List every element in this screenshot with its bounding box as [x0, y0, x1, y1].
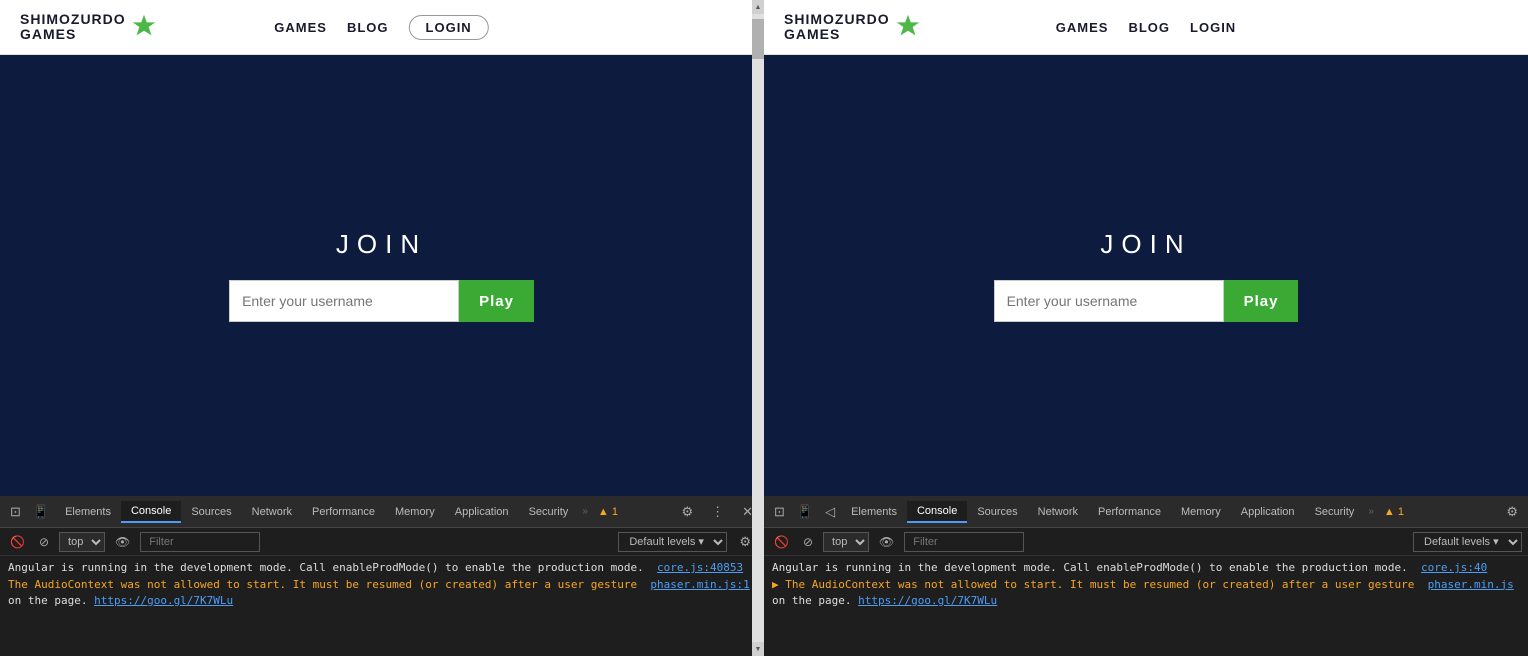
left-devtools-gear-area: ⚙ ⋮ ✕ [675, 500, 759, 524]
right-tab-security[interactable]: Security [1305, 502, 1365, 522]
left-username-input[interactable] [229, 280, 459, 322]
right-warning-badge: ▲ 1 [1378, 506, 1410, 518]
right-filter-icon[interactable]: ⊘ [799, 533, 817, 551]
left-devtools-device-icon[interactable]: 📱 [27, 500, 55, 524]
left-logo: SHIMOZURDO GAMES [20, 12, 158, 43]
left-devtools-more-icon[interactable]: ⋮ [705, 500, 730, 524]
center-scrollbar[interactable]: ▲ ▼ [752, 0, 764, 656]
right-console-link-1[interactable]: core.js:40 [1421, 561, 1487, 574]
right-devtools-tabbar: ⊡ 📱 ◁ Elements Console Sources Network P… [764, 496, 1528, 528]
left-eye-icon[interactable]: 👁 [111, 533, 134, 551]
right-logo: SHIMOZURDO GAMES [784, 12, 922, 43]
left-nav-blog[interactable]: BLOG [347, 20, 389, 35]
left-join-form: Play [229, 280, 534, 322]
left-tab-network[interactable]: Network [242, 502, 302, 522]
right-console-output: Angular is running in the development mo… [764, 556, 1528, 656]
left-levels-select[interactable]: Default levels ▾ [618, 532, 727, 552]
right-tab-overflow[interactable]: » [1364, 506, 1378, 517]
left-console-link-1[interactable]: core.js:40853 [657, 561, 743, 574]
left-navbar: SHIMOZURDO GAMES GAMES BLOG LOGIN [0, 0, 763, 55]
right-tab-sources[interactable]: Sources [967, 502, 1027, 522]
right-filter-input[interactable] [904, 532, 1024, 552]
left-tab-elements[interactable]: Elements [55, 502, 121, 522]
left-context-select[interactable]: top [59, 532, 105, 552]
right-devtools-back-icon[interactable]: ◁ [819, 500, 841, 524]
left-devtools-toolbar: 🚫 ⊘ top 👁 Default levels ▾ ⚙ [0, 528, 763, 556]
left-console-link-3[interactable]: https://goo.gl/7K7WLu [94, 594, 233, 607]
right-clear-icon[interactable]: 🚫 [770, 533, 793, 551]
right-eye-icon[interactable]: 👁 [875, 533, 898, 551]
left-panel: SHIMOZURDO GAMES GAMES BLOG LOGIN JOIN P… [0, 0, 764, 656]
left-tab-console[interactable]: Console [121, 501, 181, 523]
left-console-link-2[interactable]: phaser.min.js:1 [650, 578, 749, 591]
left-nav-games[interactable]: GAMES [274, 20, 327, 35]
right-console-line-1: Angular is running in the development mo… [772, 560, 1520, 577]
left-warning-badge: ▲ 1 [592, 506, 624, 518]
left-join-title: JOIN [336, 229, 427, 260]
right-devtools-toolbar: 🚫 ⊘ top 👁 Default levels ▾ [764, 528, 1528, 556]
left-logo-text: SHIMOZURDO GAMES [20, 12, 126, 43]
left-filter-input[interactable] [140, 532, 260, 552]
left-tab-sources[interactable]: Sources [181, 502, 241, 522]
left-devtools: ⊡ 📱 Elements Console Sources Network Per… [0, 496, 763, 656]
left-tab-overflow[interactable]: » [578, 506, 592, 517]
right-navbar: SHIMOZURDO GAMES GAMES BLOG LOGIN [764, 0, 1528, 55]
right-tab-network[interactable]: Network [1028, 502, 1088, 522]
right-username-input[interactable] [994, 280, 1224, 322]
right-tab-console[interactable]: Console [907, 501, 967, 523]
right-join-title: JOIN [1100, 229, 1191, 260]
left-nav-links: GAMES BLOG LOGIN [274, 15, 488, 40]
scroll-thumb[interactable] [752, 19, 764, 59]
right-levels-select[interactable]: Default levels ▾ [1413, 532, 1522, 552]
right-tab-elements[interactable]: Elements [841, 502, 907, 522]
left-console-line-2: The AudioContext was not allowed to star… [8, 577, 755, 594]
right-logo-star-icon [894, 13, 922, 41]
right-panel: SHIMOZURDO GAMES GAMES BLOG LOGIN JOIN P… [764, 0, 1528, 656]
right-logo-text: SHIMOZURDO GAMES [784, 12, 890, 43]
scroll-track [752, 14, 764, 642]
left-logo-star-icon [130, 13, 158, 41]
left-console-line-1: Angular is running in the development mo… [8, 560, 755, 577]
left-game-area: JOIN Play [0, 55, 763, 496]
right-join-form: Play [994, 280, 1299, 322]
scroll-down-arrow[interactable]: ▼ [752, 642, 764, 656]
right-devtools-settings-icon[interactable]: ⚙ [1500, 500, 1524, 524]
right-devtools: ⊡ 📱 ◁ Elements Console Sources Network P… [764, 496, 1528, 656]
left-console-output: Angular is running in the development mo… [0, 556, 763, 656]
right-context-select[interactable]: top [823, 532, 869, 552]
right-devtools-device-icon[interactable]: 📱 [791, 500, 819, 524]
left-nav-login-button[interactable]: LOGIN [409, 15, 489, 40]
left-tab-performance[interactable]: Performance [302, 502, 385, 522]
right-nav-blog[interactable]: BLOG [1128, 20, 1170, 35]
right-devtools-inspect-icon[interactable]: ⊡ [768, 500, 791, 524]
right-console-link-2[interactable]: phaser.min.js [1428, 578, 1514, 591]
right-console-line-2: ▶ The AudioContext was not allowed to st… [772, 577, 1520, 594]
right-play-button[interactable]: Play [1224, 280, 1299, 322]
right-nav-games[interactable]: GAMES [1056, 20, 1109, 35]
right-console-link-3[interactable]: https://goo.gl/7K7WLu [858, 594, 997, 607]
left-console-line-3: on the page. https://goo.gl/7K7WLu [8, 593, 755, 610]
left-play-button[interactable]: Play [459, 280, 534, 322]
right-tab-memory[interactable]: Memory [1171, 502, 1231, 522]
right-game-area: JOIN Play [764, 55, 1528, 496]
right-console-line-3: on the page. https://goo.gl/7K7WLu [772, 593, 1520, 610]
left-tab-application[interactable]: Application [445, 502, 519, 522]
left-devtools-tabbar: ⊡ 📱 Elements Console Sources Network Per… [0, 496, 763, 528]
left-tab-memory[interactable]: Memory [385, 502, 445, 522]
left-clear-icon[interactable]: 🚫 [6, 533, 29, 551]
right-nav-login[interactable]: LOGIN [1190, 20, 1236, 35]
right-tab-performance[interactable]: Performance [1088, 502, 1171, 522]
right-devtools-gear-area: ⚙ [1500, 500, 1524, 524]
left-filter-icon[interactable]: ⊘ [35, 533, 53, 551]
left-tab-security[interactable]: Security [519, 502, 579, 522]
right-nav-links: GAMES BLOG LOGIN [1056, 20, 1236, 35]
scroll-up-arrow[interactable]: ▲ [752, 0, 764, 14]
left-devtools-settings-icon[interactable]: ⚙ [675, 500, 699, 524]
right-tab-application[interactable]: Application [1231, 502, 1305, 522]
left-devtools-inspect-icon[interactable]: ⊡ [4, 500, 27, 524]
